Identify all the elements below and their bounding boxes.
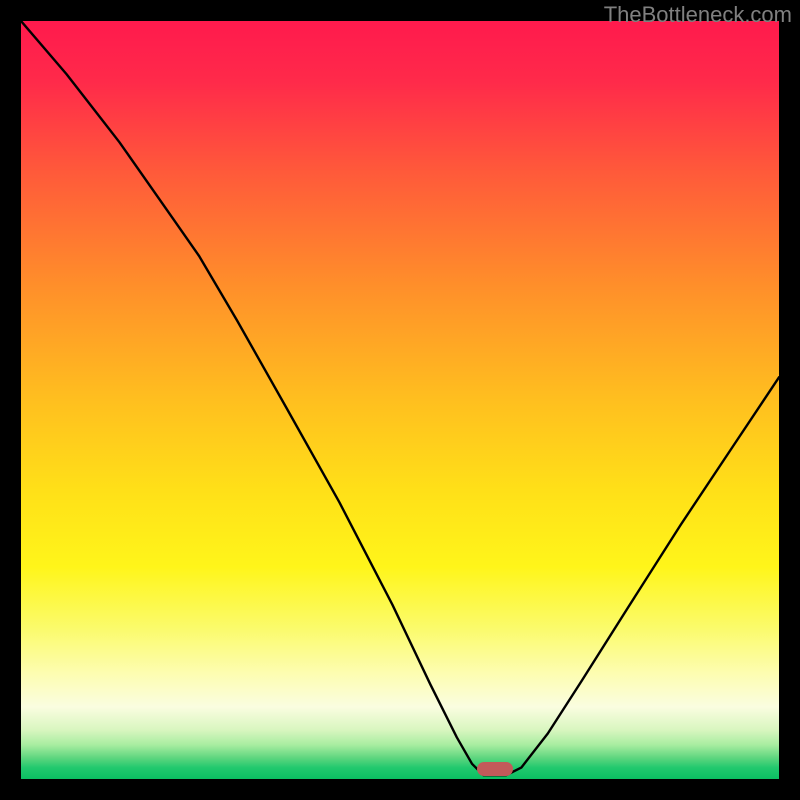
bottleneck-curve (21, 21, 779, 779)
chart-frame: TheBottleneck.com (0, 0, 800, 800)
optimal-marker (477, 762, 513, 776)
watermark-text: TheBottleneck.com (604, 2, 792, 28)
plot-area (21, 21, 779, 779)
